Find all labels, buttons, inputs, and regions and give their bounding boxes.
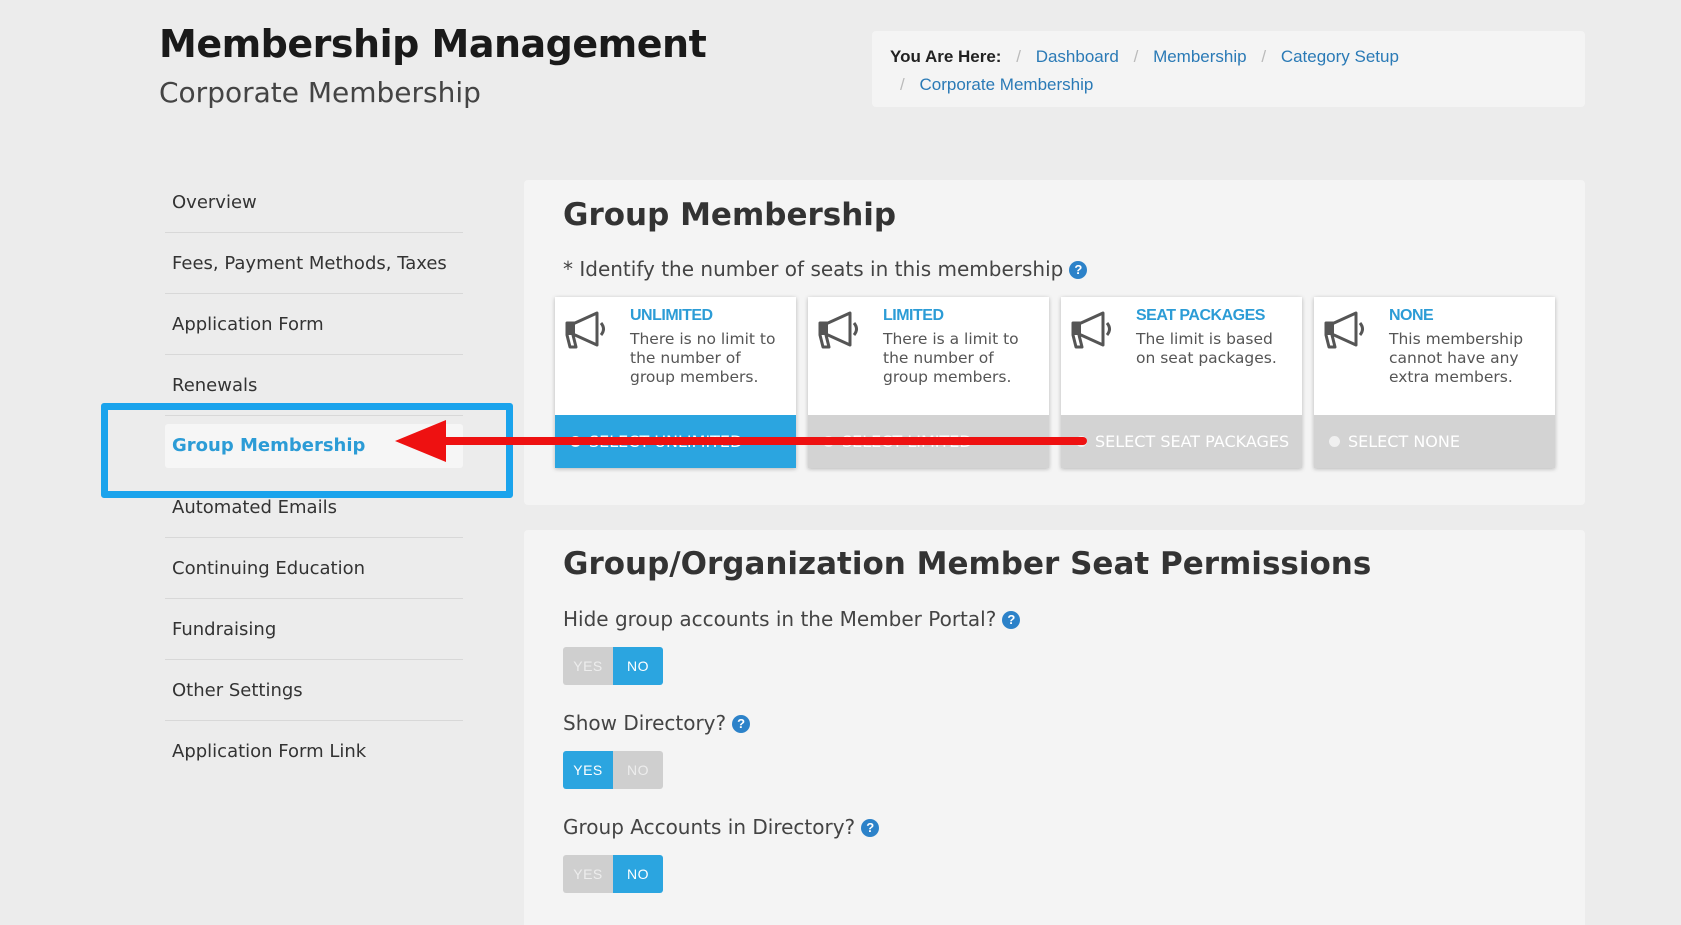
toggle-no[interactable]: NO [613,647,663,685]
select-limited-label: SELECT LIMITED [842,432,972,451]
toggle-no[interactable]: NO [613,855,663,893]
breadcrumb: You Are Here: / Dashboard / Membership /… [872,31,1585,107]
toggle-hide-group-accounts[interactable]: YES NO [563,647,663,685]
help-icon[interactable]: ? [1002,611,1021,629]
question-show-directory: Show Directory?? [563,711,751,735]
select-none-label: SELECT NONE [1348,432,1460,451]
option-title: UNLIMITED [630,307,713,324]
group-membership-heading: Group Membership [563,197,897,233]
question-hide-group-accounts: Hide group accounts in the Member Portal… [563,607,1021,631]
option-title: NONE [1389,307,1434,324]
radio-dot-icon [1329,436,1340,447]
seats-prompt: * Identify the number of seats in this m… [563,257,1088,281]
help-icon[interactable]: ? [732,715,751,733]
group-membership-panel: Group Membership * Identify the number o… [524,180,1585,505]
sidebar-item-fundraising[interactable]: Fundraising [165,599,463,660]
sidebar-item-fees[interactable]: Fees, Payment Methods, Taxes [165,233,463,294]
seat-permissions-panel: Group/Organization Member Seat Permissio… [524,530,1585,925]
select-unlimited-button[interactable]: SELECT UNLIMITED [555,415,796,468]
select-unlimited-label: SELECT UNLIMITED [589,432,743,451]
question-label: Show Directory? [563,711,727,735]
megaphone-icon [818,311,858,349]
sidebar-item-application-form-link[interactable]: Application Form Link [165,721,463,782]
select-seat-packages-button[interactable]: SELECT SEAT PACKAGES [1061,415,1302,468]
select-limited-button[interactable]: SELECT LIMITED [808,415,1049,468]
toggle-group-accounts-directory[interactable]: YES NO [563,855,663,893]
option-title: LIMITED [883,307,944,324]
toggle-yes[interactable]: YES [563,751,613,789]
sidebar-item-other-settings[interactable]: Other Settings [165,660,463,721]
option-description: The limit is based on seat packages. [1136,330,1277,367]
breadcrumb-corporate-membership[interactable]: Corporate Membership [919,75,1093,94]
toggle-yes[interactable]: YES [563,647,613,685]
seats-prompt-text: * Identify the number of seats in this m… [563,257,1064,281]
select-none-button[interactable]: SELECT NONE [1314,415,1555,468]
option-card-unlimited[interactable]: UNLIMITED There is no limit to the numbe… [555,297,796,468]
breadcrumb-membership[interactable]: Membership [1153,47,1247,66]
select-seat-packages-label: SELECT SEAT PACKAGES [1095,432,1290,451]
sidebar-item-continuing-education[interactable]: Continuing Education [165,538,463,599]
breadcrumb-category-setup[interactable]: Category Setup [1281,47,1399,66]
megaphone-icon [1071,311,1111,349]
sidebar-item-application-form[interactable]: Application Form [165,294,463,355]
breadcrumb-label: You Are Here: [890,47,1002,66]
option-description: There is no limit to the number of group… [630,330,776,386]
option-description: This membership cannot have any extra me… [1389,330,1524,386]
question-label: Hide group accounts in the Member Portal… [563,607,997,631]
page-title: Membership Management [159,22,707,66]
sidebar-item-overview[interactable]: Overview [165,172,463,233]
help-icon[interactable]: ? [1069,261,1088,279]
seat-permissions-heading: Group/Organization Member Seat Permissio… [563,546,1372,582]
toggle-yes[interactable]: YES [563,855,613,893]
megaphone-icon [1324,311,1364,349]
toggle-no[interactable]: NO [613,751,663,789]
page-subtitle: Corporate Membership [159,76,481,109]
breadcrumb-dashboard[interactable]: Dashboard [1036,47,1119,66]
option-description: There is a limit to the number of group … [883,330,1019,386]
megaphone-icon [565,311,605,349]
toggle-show-directory[interactable]: YES NO [563,751,663,789]
radio-dot-icon [570,436,581,447]
question-label: Group Accounts in Directory? [563,815,856,839]
option-card-none[interactable]: NONE This membership cannot have any ext… [1314,297,1555,468]
radio-dot-icon [1076,436,1087,447]
option-card-limited[interactable]: LIMITED There is a limit to the number o… [808,297,1049,468]
radio-dot-icon [823,436,834,447]
help-icon[interactable]: ? [861,819,880,837]
question-group-accounts-directory: Group Accounts in Directory?? [563,815,880,839]
option-title: SEAT PACKAGES [1136,307,1265,324]
highlight-box [101,403,513,498]
option-card-seat-packages[interactable]: SEAT PACKAGES The limit is based on seat… [1061,297,1302,468]
